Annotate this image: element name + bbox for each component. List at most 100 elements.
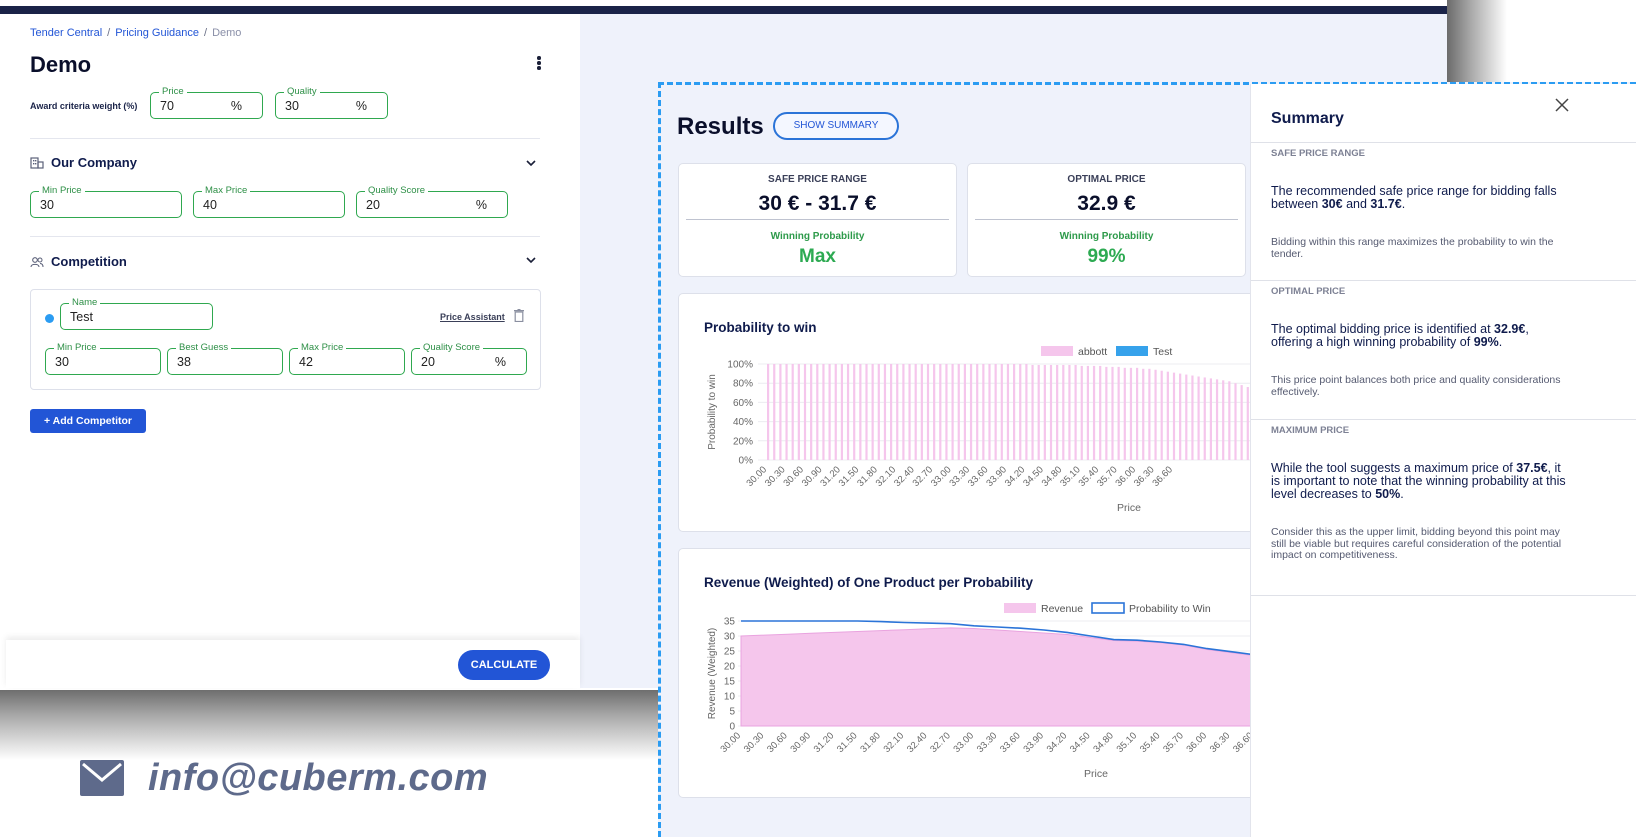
x-tick-label: 30.90: [800, 464, 825, 489]
bar: [1160, 370, 1163, 460]
x-tick-label: 34.50: [1021, 464, 1046, 489]
bar: [877, 364, 880, 460]
calculate-button[interactable]: CALCULATE: [458, 650, 550, 680]
x-tick-label: 35.70: [1161, 730, 1186, 755]
bar: [840, 364, 843, 460]
x-tick-label: 31.80: [855, 464, 880, 489]
safe-price-card: SAFE PRICE RANGE 30 € - 31.7 € Winning P…: [678, 163, 957, 277]
revenue-area: [740, 627, 1301, 727]
close-icon[interactable]: [1555, 98, 1569, 112]
show-summary-button[interactable]: SHOW SUMMARY: [773, 112, 899, 140]
bar: [896, 364, 899, 460]
bar: [785, 364, 788, 460]
bar: [1234, 383, 1237, 460]
section-title: Our Company: [51, 155, 137, 170]
x-tick-label: 33.30: [947, 464, 972, 489]
chevron-down-icon[interactable]: [526, 255, 536, 265]
divider: [30, 236, 540, 237]
field-label: Min Price: [39, 185, 85, 197]
competitor-best-guess-field[interactable]: Best Guess 38: [167, 342, 283, 375]
bar: [791, 364, 794, 460]
add-competitor-button[interactable]: + Add Competitor: [30, 409, 146, 433]
field-value: 30: [40, 198, 54, 212]
bar: [951, 364, 954, 460]
competitor-name-field[interactable]: Name Test: [60, 297, 213, 330]
bar: [1215, 379, 1219, 460]
section-text: The recommended safe price range for bid…: [1271, 184, 1557, 211]
winning-probability-value: Max: [799, 246, 836, 267]
bar: [1092, 365, 1096, 460]
our-quality-score-field[interactable]: Quality Score 20 %: [356, 185, 508, 218]
breadcrumb-tender-central[interactable]: Tender Central: [30, 27, 102, 39]
y-tick-label: 20: [724, 662, 736, 673]
x-tick-label: 31.50: [835, 730, 860, 755]
summary-drawer: Summary SAFE PRICE RANGE The recommended…: [1250, 84, 1636, 837]
competitor-max-price-field[interactable]: Max Price 42: [289, 342, 405, 375]
percent-unit: %: [494, 355, 506, 369]
x-tick-label: 33.00: [929, 464, 954, 489]
x-tick-label: 35.70: [1095, 464, 1120, 489]
bar: [1179, 373, 1182, 460]
bar: [810, 364, 813, 460]
percent-unit: %: [475, 198, 487, 212]
field-label: Quality Score: [420, 342, 484, 354]
x-tick-label: 32.70: [928, 730, 953, 755]
percent-unit: %: [355, 99, 367, 113]
bar: [1142, 368, 1145, 460]
field-value: 38: [177, 355, 191, 369]
chevron-down-icon[interactable]: [526, 158, 536, 168]
price-assistant-link[interactable]: Price Assistant: [440, 312, 505, 322]
field-value: 40: [203, 198, 217, 212]
bar: [1111, 366, 1114, 460]
bar: [816, 364, 819, 460]
bar: [1148, 368, 1151, 460]
our-max-price-field[interactable]: Max Price 40: [193, 185, 345, 218]
x-tick-label: 33.30: [975, 730, 1000, 755]
x-tick-label: 30.00: [745, 464, 770, 489]
bar: [969, 364, 973, 460]
x-tick-label: 36.30: [1132, 464, 1157, 489]
divider: [30, 138, 540, 139]
card-value: 30 € - 31.7 €: [758, 192, 877, 215]
x-tick-label: 31.80: [858, 730, 883, 755]
bar: [1228, 381, 1231, 460]
mail-icon: [80, 760, 124, 796]
bar: [890, 364, 893, 460]
breadcrumb-pricing-guidance[interactable]: Pricing Guidance: [115, 27, 199, 39]
section-heading: MAXIMUM PRICE: [1271, 425, 1350, 436]
winning-probability-value: 99%: [1087, 246, 1126, 267]
competition-header[interactable]: Competition: [30, 254, 127, 269]
competitor-min-price-field[interactable]: Min Price 30: [45, 342, 161, 375]
bar: [1049, 364, 1053, 460]
bar: [859, 364, 862, 460]
bar: [1154, 369, 1157, 460]
quality-weight-field[interactable]: Quality 30 %: [275, 86, 388, 119]
x-tick-label: 34.20: [1003, 464, 1028, 489]
field-value: 30: [285, 99, 299, 113]
legend-label: Revenue: [1041, 603, 1083, 615]
field-label: Price: [159, 86, 187, 98]
y-tick-label: 30: [724, 632, 736, 643]
bar: [1105, 366, 1108, 460]
bar: [920, 364, 923, 460]
our-company-header[interactable]: Our Company: [30, 155, 137, 170]
y-tick-label: 10: [724, 692, 736, 703]
price-weight-field[interactable]: Price 70 %: [150, 86, 263, 119]
section-heading: OPTIMAL PRICE: [1271, 286, 1346, 297]
page-title: Demo: [30, 52, 92, 77]
competitor-quality-score-field[interactable]: Quality Score 20 %: [411, 342, 527, 375]
chart-title: Revenue (Weighted) of One Product per Pr…: [704, 575, 1034, 590]
section-note: Bidding within this range maximizes the …: [1271, 236, 1554, 260]
building-icon: [30, 156, 44, 169]
x-tick-label: 34.80: [1091, 730, 1116, 755]
email-address[interactable]: info@cuberm.com: [148, 757, 488, 800]
competitor-card: Name Test Price Assistant Min Price 30 B…: [30, 289, 541, 390]
results-title: Results: [677, 113, 764, 140]
our-min-price-field[interactable]: Min Price 30: [30, 185, 182, 218]
more-options-icon[interactable]: [536, 56, 542, 72]
trash-icon[interactable]: [514, 309, 524, 322]
summary-optimal-section: OPTIMAL PRICE The optimal bidding price …: [1251, 280, 1636, 419]
top-bar: [0, 6, 1447, 14]
legend-swatch-revenue: [1004, 603, 1036, 613]
x-tick-label: 34.50: [1068, 730, 1093, 755]
